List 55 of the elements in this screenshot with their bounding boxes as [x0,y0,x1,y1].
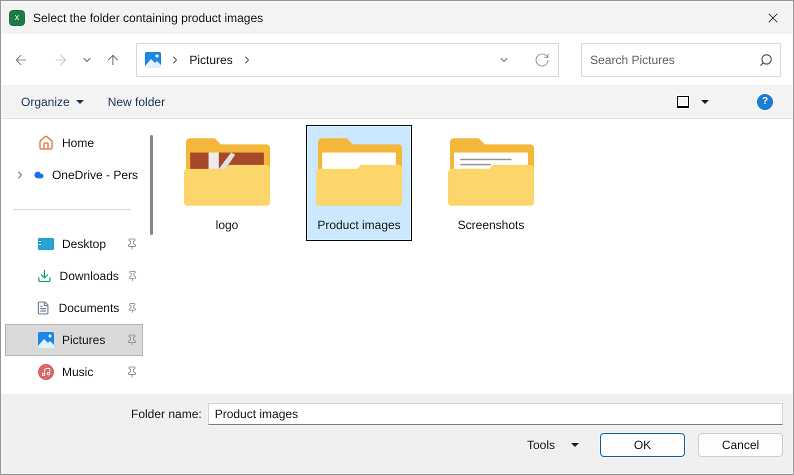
folder-name: Screenshots [458,217,524,234]
sidebar-label: OneDrive - Pers [52,167,138,184]
cancel-button[interactable]: Cancel [698,433,783,457]
folder-name: logo [216,217,238,234]
folder-name: Product images [317,217,401,234]
app-icon: x [9,10,25,26]
sidebar-item[interactable]: Music [5,356,143,388]
view-icon[interactable] [677,96,689,108]
new-folder-button[interactable]: New folder [108,92,166,110]
folder-name-label: Folder name: [131,406,202,423]
download-icon [36,268,52,284]
ok-button[interactable]: OK [600,433,685,457]
sidebar-label: Documents [58,300,120,317]
sidebar-item[interactable]: OneDrive - Pers [5,159,143,191]
folder-name-field[interactable]: Product images [208,403,783,425]
address-bar[interactable]: Pictures [136,42,560,76]
breadcrumb[interactable]: Pictures [189,50,233,68]
sidebar-item[interactable]: Home [5,127,143,159]
folder-icon [316,138,402,206]
sidebar-label: Music [62,364,94,381]
sidebar-label: Downloads [60,268,119,285]
caret-icon [76,100,84,104]
sidebar-label: Home [62,135,96,152]
sidebar-label: Desktop [62,236,108,253]
folder-icon [184,138,270,206]
sidebar-label: Pictures [62,332,106,349]
window-title: Select the folder containing product images [33,10,264,26]
tools-button[interactable]: Tools [526,436,579,454]
document-icon [36,300,51,316]
scrollbar-thumb[interactable] [150,135,153,235]
pin-icon [126,334,138,346]
folder-item[interactable]: Screenshots [438,125,544,241]
sidebar-item[interactable]: Documents [5,292,143,324]
pictures-icon [145,52,162,68]
folder-icon [448,138,534,206]
search-field[interactable]: Search Pictures [581,42,781,76]
home-icon [38,135,54,151]
pin-icon [126,366,138,378]
pin-icon [126,238,138,250]
help-icon[interactable]: ? [757,94,773,110]
pin-icon [126,270,138,282]
caret-icon [571,443,579,447]
pin-icon [127,302,138,314]
organize-button[interactable]: Organize [21,92,84,110]
sidebar-item[interactable]: Pictures [5,324,143,356]
pictures-icon [38,332,54,348]
sidebar-item[interactable]: Desktop [5,228,143,260]
refresh-icon[interactable] [534,52,550,68]
folder-item[interactable]: logo [174,125,280,241]
search-icon [758,52,773,66]
desktop-icon [38,238,54,250]
music-icon [38,364,54,380]
caret-icon[interactable] [701,100,709,104]
folder-item[interactable]: Product images [306,125,412,241]
sidebar-item[interactable]: Downloads [5,260,143,292]
